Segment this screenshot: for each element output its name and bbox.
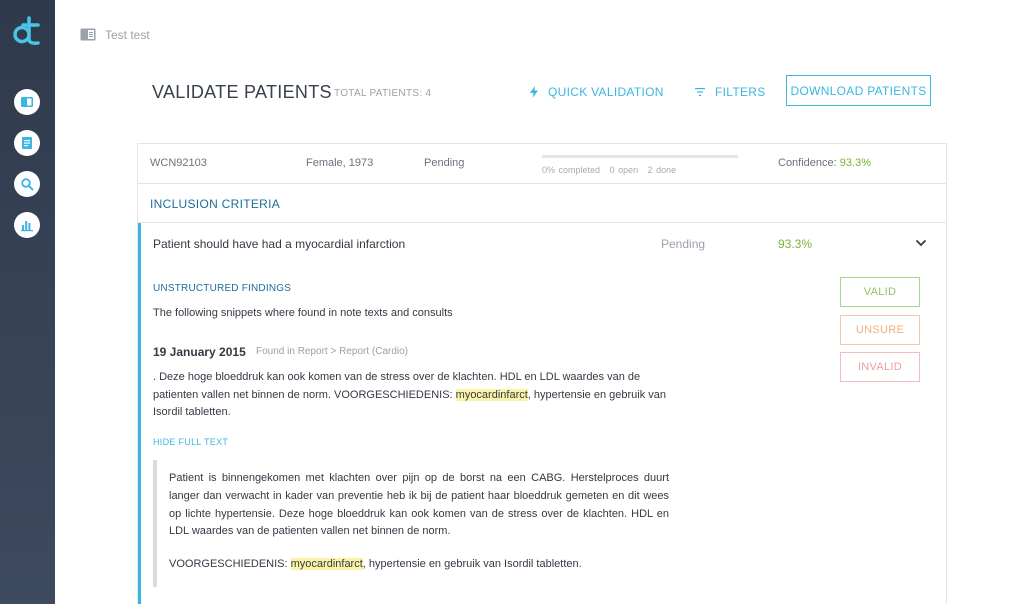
criterion-status: Pending <box>661 237 706 251</box>
nav-statistics[interactable] <box>14 212 40 238</box>
chevron-down-icon[interactable] <box>915 238 927 248</box>
logo-icon <box>13 16 40 45</box>
filters-label: FILTERS <box>715 85 766 99</box>
valid-button[interactable]: VALID <box>840 277 920 307</box>
progress-bar <box>542 155 738 158</box>
progress-meta: 0% completed 0 open 2 done <box>542 165 682 175</box>
clipboard-icon <box>22 137 32 149</box>
confidence-label: Confidence: <box>778 157 837 169</box>
book-icon <box>21 97 33 107</box>
progress-open: 0 open <box>609 165 639 175</box>
snippet-text: . Deze hoge bloeddruk kan ook komen van … <box>153 369 683 422</box>
full-text-paragraph: VOORGESCHIEDENIS: myocardinfarct, hypert… <box>169 558 673 571</box>
lightning-icon <box>530 86 538 98</box>
progress-done: 2 done <box>647 165 677 175</box>
patient-card: WCN92103 Female, 1973 Pending 0% complet… <box>137 143 947 604</box>
confidence-value: 93.3% <box>839 157 871 169</box>
full-text-block: Patient is binnengekomen met klachten ov… <box>153 460 673 587</box>
invalid-button[interactable]: INVALID <box>840 352 920 382</box>
snippet-intro: The following snippets where found in no… <box>153 307 453 319</box>
divider <box>138 183 946 184</box>
sidebar <box>0 0 55 604</box>
page-title: VALIDATE PATIENTS <box>152 82 332 102</box>
full-text-paragraph: Patient is binnengekomen met klachten ov… <box>169 472 669 538</box>
unstructured-findings-heading: UNSTRUCTURED FINDINGS <box>153 283 292 294</box>
snippet-highlight: myocardinfarct <box>455 388 528 401</box>
nav-search[interactable] <box>14 171 40 197</box>
criterion-accent-bar <box>138 223 141 604</box>
inclusion-criteria-heading: INCLUSION CRITERIA <box>150 197 281 211</box>
filter-icon <box>695 88 705 96</box>
breadcrumb[interactable]: Test test <box>105 28 150 42</box>
book-icon <box>80 28 96 41</box>
snippet-source: Found in Report > Report (Cardio) <box>256 346 409 357</box>
total-patients: TOTAL PATIENTS: 4 <box>334 88 432 99</box>
patient-confidence: Confidence: 93.3% <box>778 157 871 169</box>
full-text-after: , hypertensie en gebruik van Isordil tab… <box>362 558 582 571</box>
search-icon <box>21 178 34 191</box>
snippet-date: 19 January 2015 <box>153 345 246 359</box>
full-text-before: VOORGESCHIEDENIS: <box>169 558 291 571</box>
app-logo[interactable] <box>12 14 42 46</box>
quick-validation-label: QUICK VALIDATION <box>548 85 664 99</box>
nav-clipboard[interactable] <box>14 130 40 156</box>
criterion-confidence: 93.3% <box>778 237 813 251</box>
nav-book[interactable] <box>14 89 40 115</box>
bar-chart-icon <box>21 221 33 232</box>
unsure-button[interactable]: UNSURE <box>840 315 920 345</box>
progress-completed: 0% completed <box>542 165 601 175</box>
filters-button[interactable]: FILTERS <box>695 85 766 99</box>
hide-full-text-link[interactable]: HIDE FULL TEXT <box>153 437 228 447</box>
patient-demographics: Female, 1973 <box>306 157 374 169</box>
quick-validation-button[interactable]: QUICK VALIDATION <box>530 85 664 99</box>
patient-status: Pending <box>424 157 465 169</box>
criterion-text[interactable]: Patient should have had a myocardial inf… <box>153 237 405 251</box>
patient-id[interactable]: WCN92103 <box>150 157 207 169</box>
criterion-panel: Patient should have had a myocardial inf… <box>138 223 946 604</box>
full-text-highlight: myocardinfarct <box>290 558 363 571</box>
download-patients-button[interactable]: DOWNLOAD PATIENTS <box>786 75 931 106</box>
